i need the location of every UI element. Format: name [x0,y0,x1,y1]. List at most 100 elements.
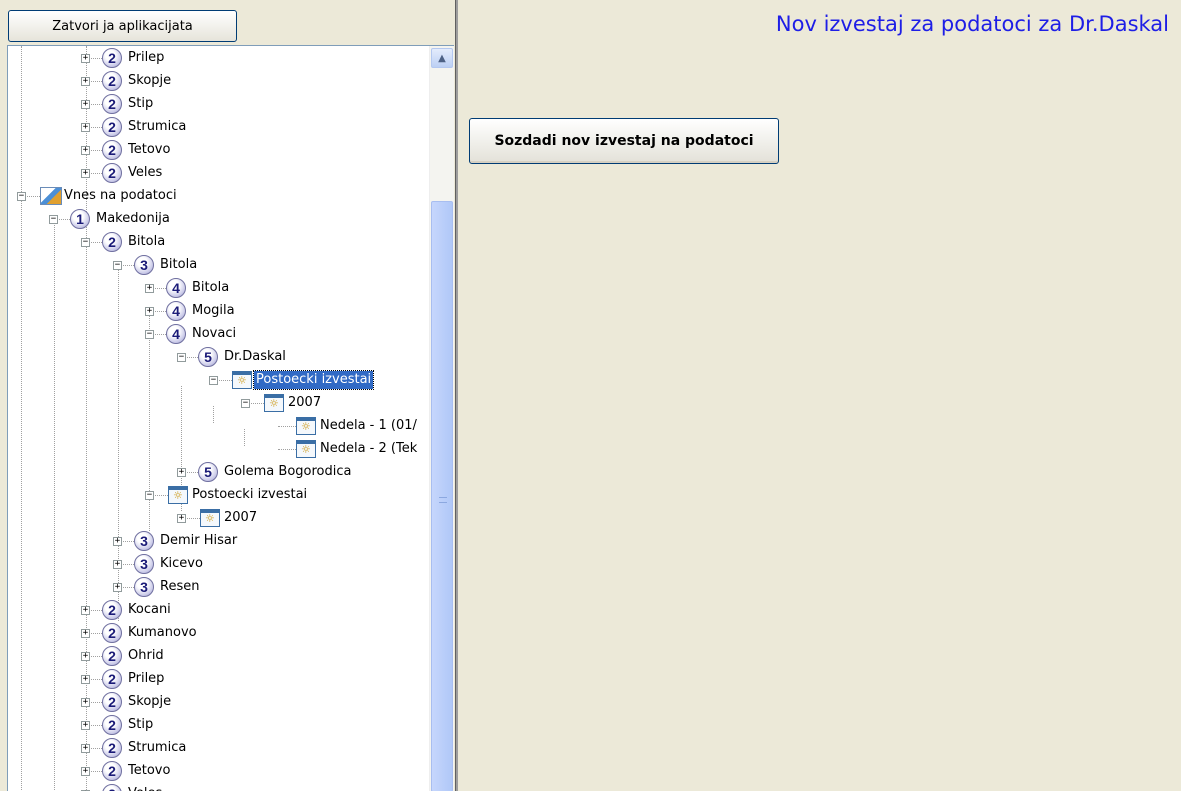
tree-node[interactable]: +4 Bitola [8,277,428,300]
tree-node-label[interactable]: Dr.Daskal [222,348,288,366]
collapse-icon[interactable]: − [209,376,218,385]
tree-node-label[interactable]: Ohrid [126,647,166,665]
tree-node[interactable]: +3 Demir Hisar [8,530,428,553]
expand-icon[interactable]: + [113,560,122,569]
create-report-button[interactable]: Sozdadi nov izvestaj na podatoci [469,118,779,164]
tree-node-label[interactable]: Nedela - 1 (01/ [318,417,419,435]
tree-node-label[interactable]: Prilep [126,670,166,688]
expand-icon[interactable]: + [81,169,90,178]
collapse-icon[interactable]: − [81,238,90,247]
tree-node[interactable]: +2 Prilep [8,47,428,70]
expand-icon[interactable]: + [113,583,122,592]
tree-node-label[interactable]: Bitola [158,256,199,274]
tree-node[interactable]: +2 Skopje [8,70,428,93]
tree-node-label[interactable]: Tetovo [126,762,172,780]
expand-icon[interactable]: + [81,146,90,155]
tree-node[interactable]: +2 Prilep [8,668,428,691]
collapse-icon[interactable]: − [17,192,26,201]
collapse-icon[interactable]: − [145,330,154,339]
tree-node[interactable]: +2 Stip [8,714,428,737]
tree-node[interactable]: Nedela - 1 (01/ [8,415,428,438]
tree-node-label[interactable]: 2007 [222,509,259,527]
tree-node[interactable]: +2Veles [8,783,428,791]
expand-icon[interactable]: + [81,767,90,776]
expand-icon[interactable]: + [81,721,90,730]
tree-node-label[interactable]: Tetovo [126,141,172,159]
tree-node[interactable]: +2 Kocani [8,599,428,622]
expand-icon[interactable]: + [177,468,186,477]
expand-icon[interactable]: + [81,744,90,753]
collapse-icon[interactable]: − [241,399,250,408]
tree-node[interactable]: +3 Kicevo [8,553,428,576]
tree-node[interactable]: − 3 Bitola [8,254,428,277]
tree-node[interactable]: +4 Mogila [8,300,428,323]
tree-node-label[interactable]: Demir Hisar [158,532,239,550]
tree-node-label[interactable]: Postoecki izvestai [252,370,375,390]
tree-node[interactable]: − 1 Makedonija [8,208,428,231]
collapse-icon[interactable]: − [49,215,58,224]
collapse-icon[interactable]: − [177,353,186,362]
tree-node[interactable]: +2 Kumanovo [8,622,428,645]
tree-node[interactable]: − Postoecki izvestai [8,369,428,392]
tree-node-label[interactable]: Skopje [126,72,173,90]
tree-node[interactable]: +2 Ohrid [8,645,428,668]
tree-node[interactable]: − Vnes na podatoci [8,185,428,208]
tree-node-label[interactable]: Stip [126,716,155,734]
tree-node-label[interactable]: Golema Bogorodica [222,463,353,481]
expand-icon[interactable]: + [145,284,154,293]
scroll-up-arrow-icon[interactable]: ▲ [431,48,453,68]
tree-node[interactable]: − 5 Dr.Daskal [8,346,428,369]
tree-node-label[interactable]: Kumanovo [126,624,199,642]
tree-node[interactable]: − Postoecki izvestai [8,484,428,507]
tree-node[interactable]: +2007 [8,507,428,530]
close-application-button[interactable]: Zatvori ja aplikacijata [8,10,237,42]
tree-node-label[interactable]: Stip [126,95,155,113]
tree-node-label[interactable]: Skopje [126,693,173,711]
tree-node-label[interactable]: Prilep [126,49,166,67]
tree-node[interactable]: +5 Golema Bogorodica [8,461,428,484]
tree-node-label[interactable]: Mogila [190,302,237,320]
expand-icon[interactable]: + [145,307,154,316]
expand-icon[interactable]: + [81,675,90,684]
expand-icon[interactable]: + [81,123,90,132]
collapse-icon[interactable]: − [113,261,122,270]
expand-icon[interactable]: + [81,77,90,86]
tree-node[interactable]: − 2007 [8,392,428,415]
tree-node[interactable]: +2Veles [8,162,428,185]
tree-node[interactable]: +2 Tetovo [8,139,428,162]
tree-node-label[interactable]: Bitola [190,279,231,297]
tree-node[interactable]: +2 Tetovo [8,760,428,783]
tree-node[interactable]: − 2 Bitola [8,231,428,254]
tree-node-label[interactable]: Kocani [126,601,173,619]
tree-node[interactable]: − 4 Novaci [8,323,428,346]
tree-node-label[interactable]: Resen [158,578,201,596]
tree-node[interactable]: +2 Strumica [8,737,428,760]
expand-icon[interactable]: + [113,537,122,546]
tree-node-label[interactable]: Veles [126,785,164,791]
tree-node[interactable]: +3 Resen [8,576,428,599]
expand-icon[interactable]: + [81,100,90,109]
tree-node-label[interactable]: 2007 [286,394,323,412]
expand-icon[interactable]: + [81,606,90,615]
tree-node-label[interactable]: Strumica [126,739,188,757]
expand-icon[interactable]: + [81,652,90,661]
scroll-thumb[interactable] [431,201,453,791]
tree-node-label[interactable]: Makedonija [94,210,172,228]
vertical-scrollbar[interactable]: ▲ [429,46,454,791]
expand-icon[interactable]: + [81,54,90,63]
tree-node[interactable]: Nedela - 2 (Tek [8,438,428,461]
expand-icon[interactable]: + [81,698,90,707]
collapse-icon[interactable]: − [145,491,154,500]
tree-node[interactable]: +2 Skopje [8,691,428,714]
tree-node-label[interactable]: Kicevo [158,555,205,573]
tree-node-label[interactable]: Strumica [126,118,188,136]
expand-icon[interactable]: + [81,629,90,638]
tree-node-label[interactable]: Veles [126,164,164,182]
tree-node-label[interactable]: Nedela - 2 (Tek [318,440,419,458]
tree-node-label[interactable]: Novaci [190,325,238,343]
tree-node-label[interactable]: Postoecki izvestai [190,486,309,504]
tree-node-label[interactable]: Bitola [126,233,167,251]
tree-node-label[interactable]: Vnes na podatoci [62,187,179,205]
tree-node[interactable]: +2 Strumica [8,116,428,139]
expand-icon[interactable]: + [177,514,186,523]
